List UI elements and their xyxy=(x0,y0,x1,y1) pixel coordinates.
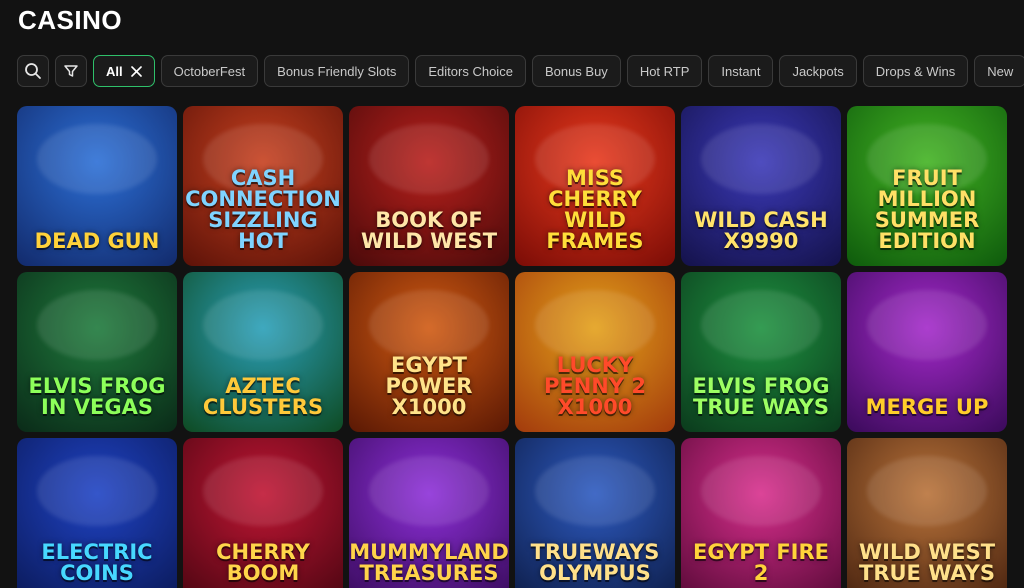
chip-bonus-friendly-slots[interactable]: Bonus Friendly Slots xyxy=(264,55,410,87)
filter-button[interactable] xyxy=(55,55,87,87)
chip-new[interactable]: New xyxy=(974,55,1024,87)
game-tile[interactable]: Cherry Boom xyxy=(183,438,343,588)
chip-label: Instant xyxy=(721,63,761,79)
chip-label: New xyxy=(987,63,1014,79)
chip-instant[interactable]: Instant xyxy=(708,55,774,87)
chip-label: All xyxy=(106,63,123,79)
chip-jackpots[interactable]: Jackpots xyxy=(779,55,857,87)
game-title: Aztec Clusters xyxy=(202,374,324,419)
filter-bar: All OctoberFest Bonus Friendly Slots Editor… xyxy=(17,55,1024,87)
game-title: Book of Wild West xyxy=(360,208,498,253)
page-title: CASINO xyxy=(18,5,123,35)
game-tile[interactable]: Mummyland Treasures xyxy=(349,438,509,588)
chip-hot-rtp[interactable]: Hot RTP xyxy=(626,55,703,87)
game-title: Mummyland Treasures xyxy=(349,540,509,585)
game-tile[interactable]: Elvis Frog True Ways xyxy=(681,272,841,432)
game-title: Miss Cherry Wild Frames xyxy=(546,166,644,253)
game-title: Cash Connection Sizzling Hot xyxy=(185,166,341,253)
game-title: Trueways Olympus xyxy=(530,540,660,585)
game-title: Lucky Penny 2 x1000 xyxy=(543,353,647,419)
game-tile[interactable]: Egypt Fire 2 xyxy=(681,438,841,588)
filter-icon xyxy=(64,65,78,77)
game-tile[interactable]: Book of Wild West xyxy=(349,106,509,266)
game-title: Elvis Frog in Vegas xyxy=(28,374,166,419)
chip-bonus-buy[interactable]: Bonus Buy xyxy=(531,55,621,87)
chip-label: Bonus Buy xyxy=(544,63,608,79)
game-tile[interactable]: Wild Cash x9990 xyxy=(681,106,841,266)
game-tile[interactable]: Trueways Olympus xyxy=(515,438,675,588)
chip-label: Drops & Wins xyxy=(875,63,956,79)
chip-label: Jackpots xyxy=(792,63,844,79)
chip-all[interactable]: All xyxy=(93,55,155,87)
game-title: Elvis Frog True Ways xyxy=(692,374,830,419)
chip-label: Editors Choice xyxy=(428,63,513,79)
chip-octoberfest[interactable]: OctoberFest xyxy=(160,55,259,87)
search-icon xyxy=(25,63,41,79)
game-tile[interactable]: Cash Connection Sizzling Hot xyxy=(183,106,343,266)
game-tile[interactable]: Egypt Power x1000 xyxy=(349,272,509,432)
game-tile[interactable]: Miss Cherry Wild Frames xyxy=(515,106,675,266)
close-icon[interactable] xyxy=(130,65,142,77)
chip-label: Hot RTP xyxy=(639,63,690,79)
game-tile[interactable]: Electric Coins xyxy=(17,438,177,588)
game-tile[interactable]: Elvis Frog in Vegas xyxy=(17,272,177,432)
game-title: Wild Cash x9990 xyxy=(694,208,828,253)
search-button[interactable] xyxy=(17,55,49,87)
game-title: Egypt Fire 2 xyxy=(692,540,830,585)
game-title: Cherry Boom xyxy=(216,540,310,585)
game-title: Wild West True Ways xyxy=(858,540,996,585)
game-title: Electric Coins xyxy=(41,540,153,585)
game-title: Merge Up xyxy=(865,395,989,419)
chip-drops-wins[interactable]: Drops & Wins xyxy=(862,55,969,87)
game-tile[interactable]: Fruit Million Summer Edition xyxy=(847,106,1007,266)
games-grid: Dead Gun Cash Connection Sizzling Hot Book… xyxy=(17,106,1007,588)
game-tile[interactable]: Merge Up xyxy=(847,272,1007,432)
game-tile[interactable]: Aztec Clusters xyxy=(183,272,343,432)
game-tile[interactable]: Wild West True Ways xyxy=(847,438,1007,588)
game-title: Fruit Million Summer Edition xyxy=(874,166,980,253)
chip-label: Bonus Friendly Slots xyxy=(277,63,397,79)
chip-label: OctoberFest xyxy=(173,63,246,79)
chip-editors-choice[interactable]: Editors Choice xyxy=(415,55,526,87)
game-title: Egypt Power x1000 xyxy=(385,353,473,419)
category-chips: All OctoberFest Bonus Friendly Slots Editor… xyxy=(93,55,1024,87)
game-tile[interactable]: Dead Gun xyxy=(17,106,177,266)
game-tile[interactable]: Lucky Penny 2 x1000 xyxy=(515,272,675,432)
game-title: Dead Gun xyxy=(34,229,160,253)
